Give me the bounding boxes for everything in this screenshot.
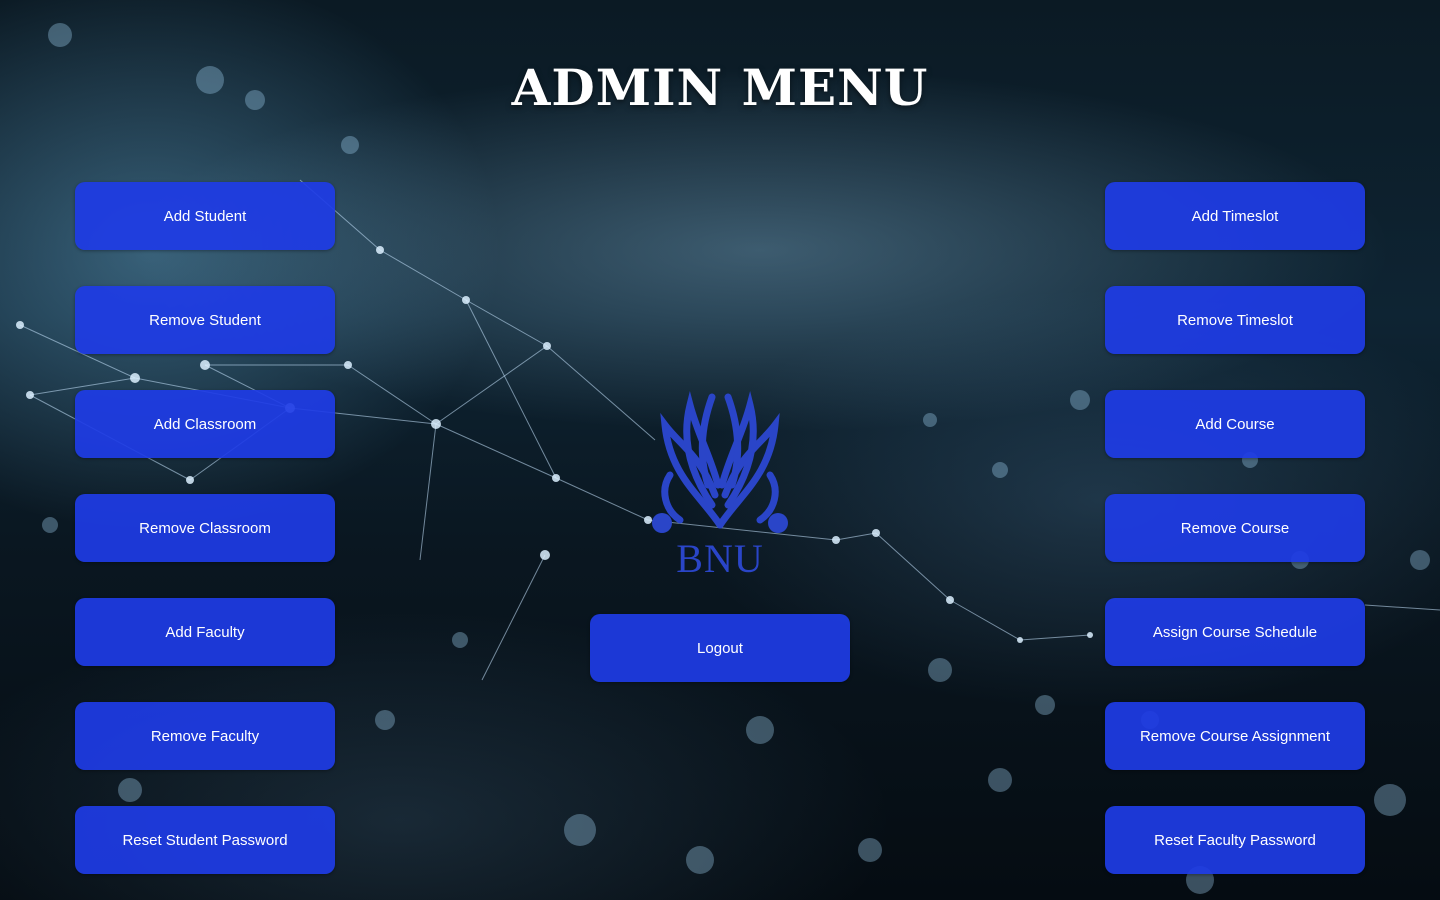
reset-faculty-password-button[interactable]: Reset Faculty Password (1105, 806, 1365, 874)
page-title: ADMIN MENU (511, 58, 929, 117)
remove-classroom-button[interactable]: Remove Classroom (75, 494, 335, 562)
add-course-button[interactable]: Add Course (1105, 390, 1365, 458)
logout-button[interactable]: Logout (590, 614, 850, 682)
add-student-button[interactable]: Add Student (75, 182, 335, 250)
remove-course-assignment-button[interactable]: Remove Course Assignment (1105, 702, 1365, 770)
remove-faculty-button[interactable]: Remove Faculty (75, 702, 335, 770)
remove-timeslot-button[interactable]: Remove Timeslot (1105, 286, 1365, 354)
logo-text: BNU (676, 536, 764, 581)
remove-course-button[interactable]: Remove Course (1105, 494, 1365, 562)
add-timeslot-button[interactable]: Add Timeslot (1105, 182, 1365, 250)
reset-student-password-button[interactable]: Reset Student Password (75, 806, 335, 874)
bnu-logo: BNU (640, 385, 800, 585)
add-classroom-button[interactable]: Add Classroom (75, 390, 335, 458)
bnu-emblem-icon (652, 393, 788, 533)
assign-course-schedule-button[interactable]: Assign Course Schedule (1105, 598, 1365, 666)
add-faculty-button[interactable]: Add Faculty (75, 598, 335, 666)
remove-student-button[interactable]: Remove Student (75, 286, 335, 354)
